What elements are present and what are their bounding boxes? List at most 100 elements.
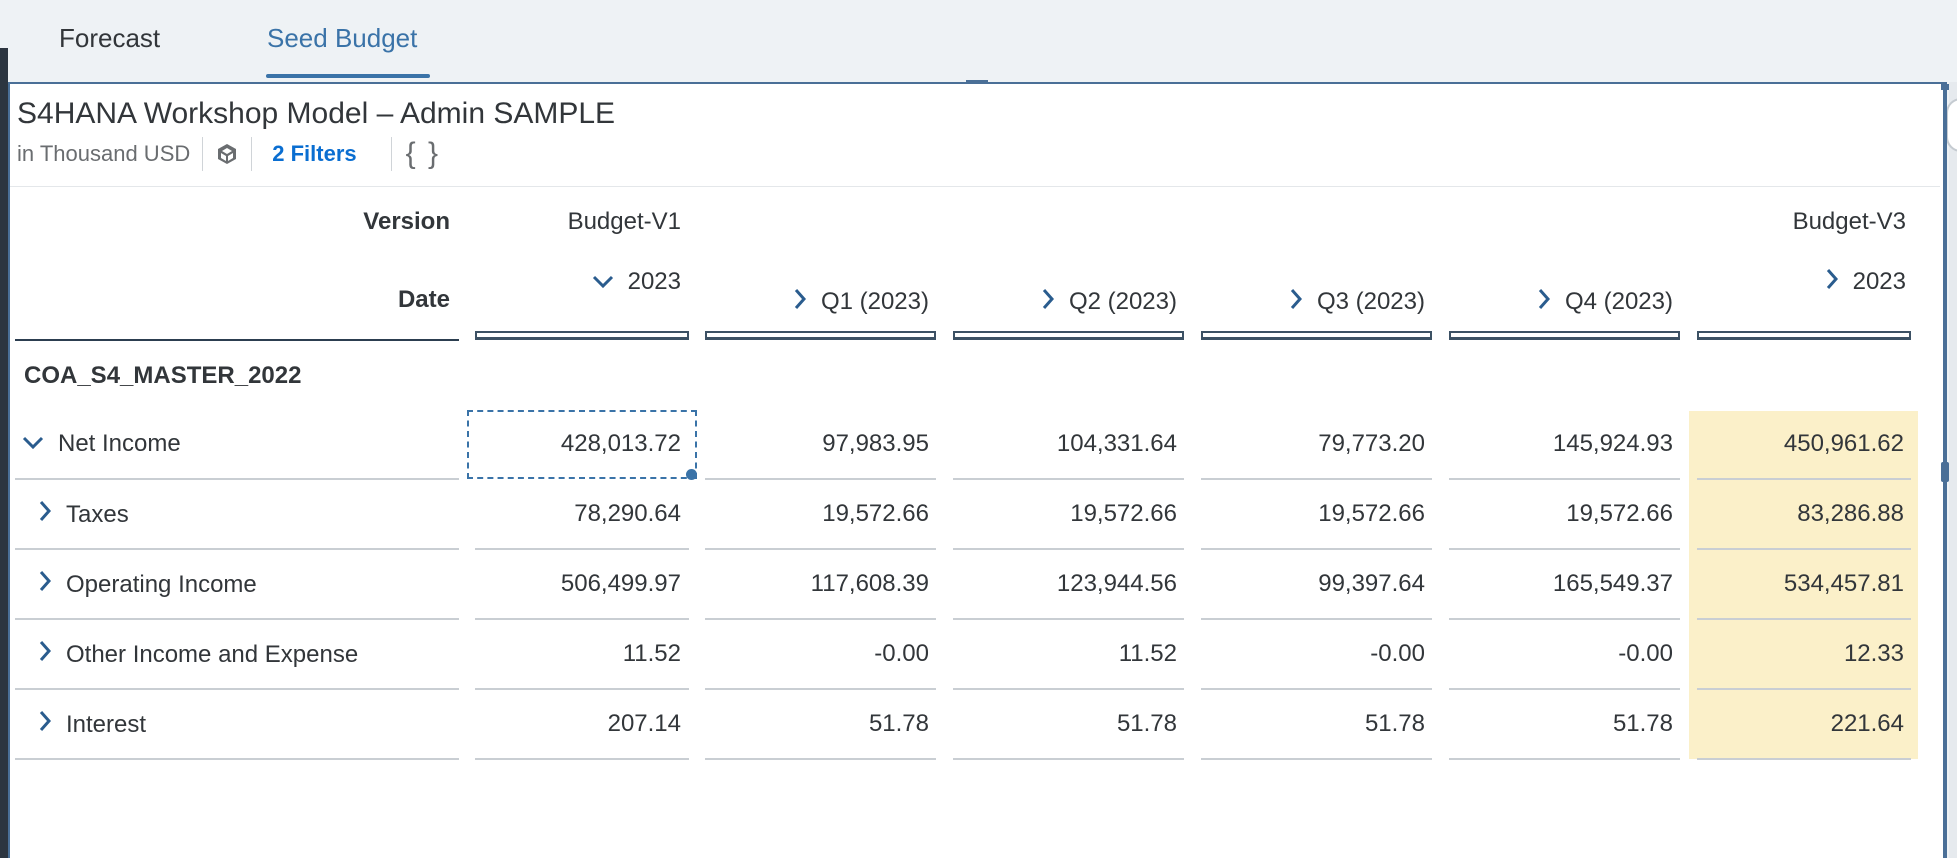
table-cell[interactable]: 19,572.66	[1225, 500, 1425, 528]
row-header-other-income[interactable]: Other Income and Expense	[38, 640, 358, 669]
table-cell[interactable]: 51.78	[1473, 710, 1673, 738]
row-label: Net Income	[58, 430, 181, 457]
column-resize-bar[interactable]	[1697, 331, 1911, 340]
row-divider	[475, 758, 689, 760]
resize-handle-top[interactable]	[966, 80, 988, 84]
column-header-q1[interactable]: Q1 (2023)	[720, 286, 929, 317]
table-cell[interactable]: 79,773.20	[1225, 430, 1425, 458]
cube-icon[interactable]	[215, 142, 239, 166]
table-cell[interactable]: 221.64	[1704, 710, 1904, 738]
left-edge	[0, 0, 8, 858]
row-divider	[953, 548, 1184, 550]
row-divider	[953, 618, 1184, 620]
tab-seed-budget[interactable]: Seed Budget	[267, 22, 417, 54]
column-resize-bar[interactable]	[1449, 331, 1680, 340]
left-edge-top	[0, 0, 8, 48]
table-cell[interactable]: 450,961.62	[1704, 430, 1904, 458]
divider	[390, 137, 392, 171]
side-panel-toggle[interactable]	[1946, 98, 1957, 152]
row-divider	[705, 618, 936, 620]
chevron-right-icon[interactable]	[1041, 286, 1055, 317]
chevron-right-icon[interactable]	[38, 570, 52, 599]
column-header-q4[interactable]: Q4 (2023)	[1464, 286, 1673, 317]
table-cell[interactable]: 145,924.93	[1473, 430, 1673, 458]
row-divider	[1201, 618, 1432, 620]
row-header-operating-income[interactable]: Operating Income	[38, 570, 257, 599]
header-divider	[10, 186, 1940, 187]
chevron-right-icon[interactable]	[1537, 286, 1551, 317]
row-divider	[1449, 478, 1680, 480]
table-cell[interactable]: 19,572.66	[977, 500, 1177, 528]
chevron-down-icon[interactable]	[22, 430, 44, 458]
table-cell[interactable]: 51.78	[729, 710, 929, 738]
row-label: Other Income and Expense	[66, 640, 359, 668]
table-cell[interactable]: 534,457.81	[1704, 570, 1904, 598]
filters-link[interactable]: 2 Filters	[272, 141, 356, 167]
formula-braces-icon[interactable]: { }	[406, 137, 440, 171]
table-cell[interactable]: -0.00	[729, 640, 929, 668]
row-divider	[15, 618, 459, 620]
row-divider	[1449, 688, 1680, 690]
chevron-right-icon[interactable]	[793, 286, 807, 317]
table-cell[interactable]: 12.33	[1704, 640, 1904, 668]
column-header-2023-v3[interactable]: 2023	[1700, 266, 1906, 297]
column-resize-bar[interactable]	[1201, 331, 1432, 340]
row-divider	[15, 688, 459, 690]
column-resize-bar[interactable]	[705, 331, 936, 340]
row-divider	[1449, 618, 1680, 620]
table-cell[interactable]: 123,944.56	[977, 570, 1177, 598]
fill-handle[interactable]	[686, 469, 697, 480]
table-cell[interactable]: -0.00	[1225, 640, 1425, 668]
row-divider	[475, 688, 689, 690]
row-divider	[1449, 758, 1680, 760]
row-divider	[1201, 478, 1432, 480]
table-cell[interactable]: -0.00	[1473, 640, 1673, 668]
row-divider	[15, 758, 459, 760]
row-header-taxes[interactable]: Taxes	[38, 500, 129, 529]
table-cell[interactable]: 104,331.64	[977, 430, 1177, 458]
row-divider	[953, 688, 1184, 690]
chevron-right-icon[interactable]	[1825, 266, 1839, 297]
row-divider	[1201, 548, 1432, 550]
table-cell[interactable]: 19,572.66	[729, 500, 929, 528]
column-header-q3[interactable]: Q3 (2023)	[1216, 286, 1425, 317]
table-cell[interactable]: 207.14	[481, 710, 681, 738]
table-cell[interactable]: 51.78	[977, 710, 1177, 738]
table-cell[interactable]: 51.78	[1225, 710, 1425, 738]
row-divider	[1697, 478, 1911, 480]
table-cell[interactable]: 19,572.66	[1473, 500, 1673, 528]
chevron-right-icon[interactable]	[1289, 286, 1303, 317]
chevron-down-icon[interactable]	[592, 266, 614, 297]
row-header-rule	[15, 339, 459, 341]
row-divider	[1697, 618, 1911, 620]
table-cell[interactable]: 11.52	[481, 640, 681, 668]
row-header-net-income[interactable]: Net Income	[22, 430, 181, 458]
row-divider	[1201, 688, 1432, 690]
row-label: Taxes	[66, 500, 129, 528]
resize-handle-right[interactable]	[1941, 462, 1949, 482]
chevron-right-icon[interactable]	[38, 500, 52, 529]
resize-handle-top-right[interactable]	[1941, 84, 1949, 90]
column-header-label: Q1 (2023)	[820, 287, 929, 315]
table-cell[interactable]: 83,286.88	[1704, 500, 1904, 528]
table-widget[interactable]	[8, 82, 1947, 858]
chevron-right-icon[interactable]	[38, 640, 52, 669]
selected-cell-outline[interactable]	[467, 410, 697, 479]
chevron-right-icon[interactable]	[38, 710, 52, 739]
table-cell[interactable]: 97,983.95	[729, 430, 929, 458]
table-cell[interactable]: 506,499.97	[481, 570, 681, 598]
row-divider	[15, 478, 459, 480]
column-resize-bar[interactable]	[953, 331, 1184, 340]
column-resize-bar[interactable]	[475, 331, 689, 340]
tab-forecast[interactable]: Forecast	[59, 22, 160, 54]
table-cell[interactable]: 117,608.39	[729, 570, 929, 598]
table-cell[interactable]: 165,549.37	[1473, 570, 1673, 598]
table-cell[interactable]: 78,290.64	[481, 500, 681, 528]
column-header-q2[interactable]: Q2 (2023)	[968, 286, 1177, 317]
column-header-2023[interactable]: 2023	[520, 266, 681, 297]
table-cell[interactable]: 11.52	[977, 640, 1177, 668]
table-cell[interactable]: 99,397.64	[1225, 570, 1425, 598]
row-divider	[475, 548, 689, 550]
row-divider	[1697, 548, 1911, 550]
row-header-interest[interactable]: Interest	[38, 710, 146, 739]
